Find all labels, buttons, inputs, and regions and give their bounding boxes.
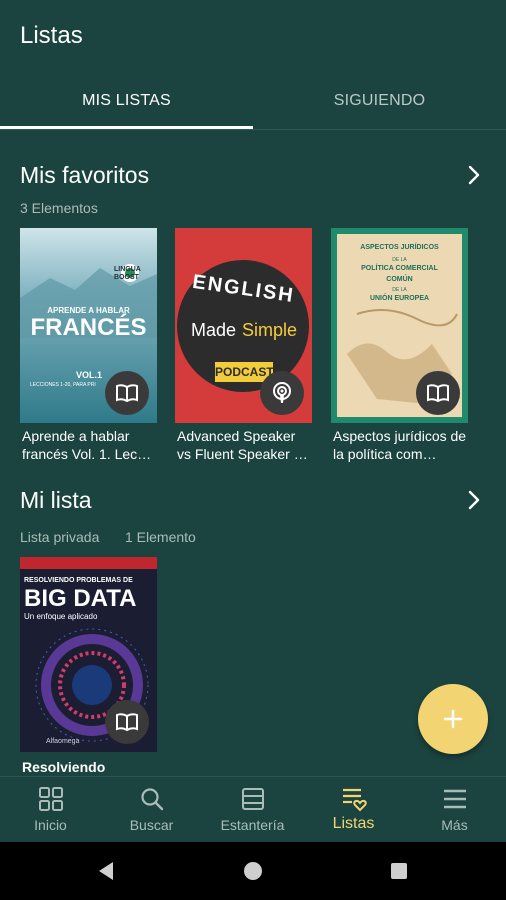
- nav-label: Inicio: [34, 817, 67, 833]
- tab-bar: MIS LISTAS SIGUIENDO: [0, 72, 506, 130]
- book-title: Advanced Speaker vs Fluent Speaker …: [177, 428, 308, 462]
- back-icon[interactable]: [96, 861, 116, 881]
- book-title: Resolviendo: [22, 759, 106, 775]
- list-privacy: Lista privada: [20, 529, 100, 545]
- podcast-cover[interactable]: ENGLISH Made Simple PODCAST: [175, 228, 312, 423]
- section-title-favoritos[interactable]: Mis favoritos: [20, 162, 149, 189]
- nav-label: Listas: [332, 815, 375, 832]
- cover-text: POLÍTICA COMERCIAL: [361, 265, 438, 272]
- chevron-right-icon[interactable]: [466, 488, 482, 512]
- section-title-mi-lista[interactable]: Mi lista: [20, 487, 92, 514]
- menu-icon: [444, 789, 466, 809]
- publisher-logo: Alfaomega: [46, 738, 80, 745]
- book-card[interactable]: LINGUA BOOST APRENDE A HABLAR FRANCÉS VO…: [20, 228, 157, 468]
- book-icon: [116, 384, 138, 403]
- recents-icon[interactable]: [390, 862, 408, 880]
- nav-estanteria[interactable]: Estantería: [202, 777, 303, 843]
- page-title: Listas: [20, 22, 83, 49]
- cover-text: Simple: [242, 320, 298, 340]
- search-icon: [141, 788, 164, 811]
- book-card[interactable]: ENGLISH Made Simple PODCAST Advanced Spe…: [175, 228, 312, 468]
- book-cover[interactable]: LINGUA BOOST APRENDE A HABLAR FRANCÉS VO…: [20, 228, 157, 423]
- cover-text: DE LA: [392, 257, 407, 263]
- section-count: 3 Elementos: [20, 200, 98, 216]
- list-heart-icon: [343, 788, 367, 812]
- cover-text: Made: [191, 320, 237, 340]
- add-list-button[interactable]: [418, 684, 488, 754]
- home-icon[interactable]: [243, 861, 263, 881]
- shelf-icon: [242, 788, 264, 810]
- book-title: Aprende a hablar francés Vol. 1. Lec…: [22, 428, 152, 462]
- book-icon: [427, 384, 449, 403]
- book-type-badge: [105, 371, 149, 415]
- tab-siguiendo[interactable]: SIGUIENDO: [253, 72, 506, 130]
- book-icon: [116, 713, 138, 732]
- nav-inicio[interactable]: Inicio: [0, 777, 101, 843]
- cover-text: PODCAST: [215, 365, 274, 379]
- cover-text: DE LA: [392, 287, 407, 293]
- nav-label: Estantería: [220, 817, 285, 833]
- publisher-logo: LINGUA BOOST: [114, 266, 141, 281]
- book-cover[interactable]: ASPECTOS JURÍDICOS DE LA POLÍTICA COMERC…: [331, 228, 468, 423]
- nav-label: Más: [441, 817, 468, 833]
- nav-buscar[interactable]: Buscar: [101, 777, 202, 843]
- cover-text: ASPECTOS JURÍDICOS: [360, 244, 439, 251]
- book-card[interactable]: RESOLVIENDO PROBLEMAS DE BIG DATA Un enf…: [20, 557, 157, 775]
- book-type-badge: [260, 371, 304, 415]
- book-cover[interactable]: RESOLVIENDO PROBLEMAS DE BIG DATA Un enf…: [20, 557, 157, 752]
- section-count: 1 Elemento: [125, 529, 196, 545]
- plus-icon: [443, 709, 463, 729]
- book-type-badge: [416, 371, 460, 415]
- nav-listas[interactable]: Listas: [303, 777, 404, 843]
- book-card[interactable]: ASPECTOS JURÍDICOS DE LA POLÍTICA COMERC…: [331, 228, 468, 468]
- cover-text: COMÚN: [386, 276, 413, 283]
- app-bar: Listas: [0, 0, 506, 72]
- tab-divider: [0, 129, 506, 130]
- cover-text: VOL.1: [76, 370, 103, 380]
- cover-text: UNIÓN EUROPEA: [369, 295, 430, 302]
- book-title: Aspectos jurídicos de la política com…: [333, 428, 467, 462]
- book-type-badge: [105, 700, 149, 744]
- podcast-icon: [273, 382, 291, 403]
- tab-mis-listas[interactable]: MIS LISTAS: [0, 72, 253, 130]
- bottom-nav: Inicio Buscar Estantería Listas Más: [0, 776, 506, 842]
- grid-icon: [39, 787, 63, 811]
- chevron-right-icon[interactable]: [466, 163, 482, 187]
- system-nav-bar: [0, 842, 506, 900]
- nav-label: Buscar: [129, 817, 174, 833]
- nav-mas[interactable]: Más: [404, 777, 505, 843]
- cover-text: FRANCÉS: [30, 314, 147, 341]
